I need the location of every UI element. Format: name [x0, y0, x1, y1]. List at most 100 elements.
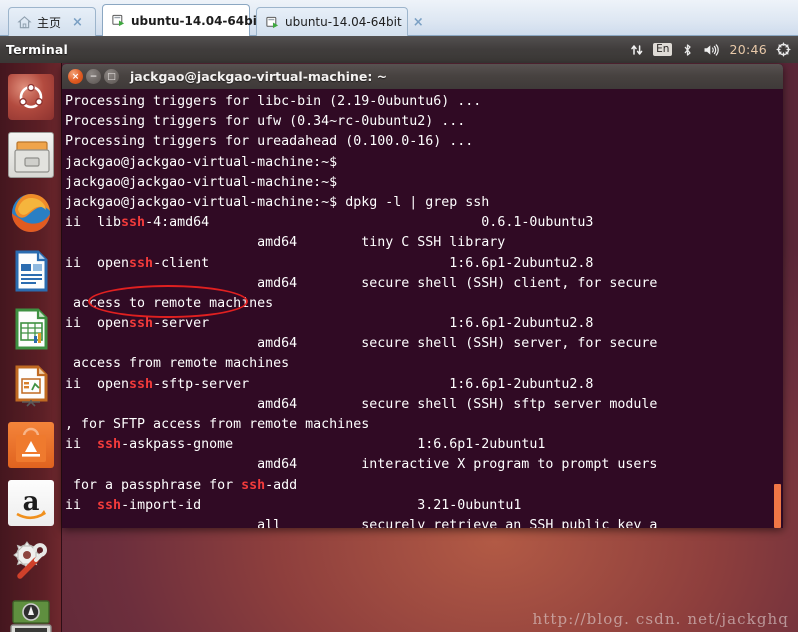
- tab-close-icon[interactable]: ×: [413, 16, 424, 29]
- terminal-line: ii openssh-sftp-server 1:6.6p1-2ubuntu2.…: [65, 375, 783, 395]
- terminal-text: amd64 interactive X program to prompt us…: [65, 457, 658, 473]
- terminal-line: Processing triggers for ufw (0.34~rc-0ub…: [65, 112, 783, 132]
- terminal-text: amd64 secure shell (SSH) client, for sec…: [65, 275, 658, 291]
- impress-presentation-icon: [8, 364, 54, 410]
- maximize-icon[interactable]: □: [104, 69, 119, 84]
- unity-launcher: a: [0, 63, 62, 632]
- vmware-tab-home[interactable]: 主页 ×: [8, 7, 96, 36]
- watermark-text: http://blog. csdn. net/jackghq: [532, 610, 789, 628]
- vmware-tab-ubuntu-active[interactable]: ubuntu-14.04-64bit ×: [102, 4, 284, 36]
- terminal-text: amd64 secure shell (SSH) sftp server mod…: [65, 396, 658, 412]
- vm-icon: [265, 15, 280, 30]
- terminal-text: ii open: [65, 255, 130, 271]
- terminal-text: Processing triggers for ufw (0.34~rc-0ub…: [65, 114, 466, 130]
- terminal-text: access from remote machines: [65, 356, 290, 372]
- network-updown-icon[interactable]: [630, 43, 644, 57]
- panel-indicator-area: En 20:46: [630, 42, 798, 57]
- bluetooth-icon[interactable]: [681, 43, 694, 57]
- terminal-line: Processing triggers for libc-bin (2.19-0…: [65, 92, 783, 112]
- home-icon: [17, 15, 32, 30]
- terminal-text: ii lib: [65, 215, 122, 231]
- launcher-item-libreoffice-writer[interactable]: [4, 244, 58, 298]
- panel-clock[interactable]: 20:46: [729, 42, 767, 57]
- terminal-text: ii open: [65, 376, 130, 392]
- vm-icon: [111, 13, 126, 28]
- terminal-line: amd64 secure shell (SSH) sftp server mod…: [65, 395, 783, 415]
- terminal-text: -askpass-gnome 1:6.6p1-2ubuntu1: [121, 437, 546, 453]
- terminal-text: -import-id 3.21-0ubuntu1: [121, 497, 522, 513]
- terminal-titlebar[interactable]: × − □ jackgao@jackgao-virtual-machine: ~: [62, 64, 783, 89]
- launcher-item-libreoffice-calc[interactable]: [4, 302, 58, 356]
- terminal-text: -4:amd64 0.6.1-0ubuntu3: [145, 215, 594, 231]
- terminal-line: jackgao@jackgao-virtual-machine:~$: [65, 153, 783, 173]
- terminal-line: jackgao@jackgao-virtual-machine:~$ dpkg …: [65, 193, 783, 213]
- minimize-icon[interactable]: −: [86, 69, 101, 84]
- terminal-text: jackgao@jackgao-virtual-machine:~$ dpkg …: [65, 194, 490, 210]
- volume-icon[interactable]: [703, 43, 720, 57]
- terminal-text: all securely retrieve an SSH public key …: [65, 517, 658, 528]
- grep-match-highlight: ssh: [121, 215, 146, 231]
- terminal-text: Processing triggers for ureadahead (0.10…: [65, 134, 474, 150]
- grep-match-highlight: ssh: [129, 255, 154, 271]
- launcher-item-amazon[interactable]: a: [4, 476, 58, 530]
- panel-app-title[interactable]: Terminal: [6, 42, 68, 57]
- terminal-line: amd64 interactive X program to prompt us…: [65, 455, 783, 475]
- terminal-text: ii open: [65, 316, 130, 332]
- terminal-text: -client 1:6.6p1-2ubuntu2.8: [153, 255, 594, 271]
- vmware-tab-label: ubuntu-14.04-64bit: [131, 13, 263, 28]
- terminal-text: amd64 secure shell (SSH) server, for sec…: [65, 336, 658, 352]
- launcher-item-system-settings[interactable]: [4, 534, 58, 588]
- terminal-text: access to remote machines: [65, 295, 274, 311]
- terminal-line: , for SFTP access from remote machines: [65, 415, 783, 435]
- launcher-item-ubuntu-software-center[interactable]: [4, 418, 58, 472]
- launcher-item-ubuntu-dash[interactable]: [4, 70, 58, 124]
- terminal-text: ii: [65, 437, 98, 453]
- svg-text:a: a: [22, 487, 39, 517]
- terminal-text: -sftp-server 1:6.6p1-2ubuntu2.8: [153, 376, 594, 392]
- terminal-line: amd64 secure shell (SSH) client, for sec…: [65, 274, 783, 294]
- amazon-icon: a: [7, 480, 54, 526]
- gear-power-icon[interactable]: [776, 42, 791, 57]
- terminal-scrollbar-thumb[interactable]: [774, 484, 781, 528]
- terminal-text: Processing triggers for libc-bin (2.19-0…: [65, 94, 482, 109]
- launcher-item-workspace-switcher[interactable]: [4, 592, 58, 632]
- grep-match-highlight: ssh: [97, 497, 122, 513]
- terminal-line: ii ssh-askpass-gnome 1:6.6p1-2ubuntu1: [65, 435, 783, 455]
- workspace-switcher-icon: [8, 596, 54, 632]
- tab-close-icon[interactable]: ×: [72, 16, 83, 29]
- terminal-line: Processing triggers for ureadahead (0.10…: [65, 132, 783, 152]
- terminal-text: -server 1:6.6p1-2ubuntu2.8: [153, 316, 594, 332]
- software-bag-icon: [7, 422, 54, 468]
- firefox-icon: [8, 190, 54, 236]
- grep-match-highlight: ssh: [129, 376, 154, 392]
- writer-document-icon: [8, 248, 54, 294]
- terminal-text: ii: [65, 497, 98, 513]
- terminal-line: ii openssh-server 1:6.6p1-2ubuntu2.8: [65, 314, 783, 334]
- calc-spreadsheet-icon: [8, 306, 54, 352]
- vmware-tab-label: 主页: [37, 15, 62, 30]
- ubuntu-logo-icon: [7, 74, 54, 120]
- vmware-tab-ubuntu-2[interactable]: ubuntu-14.04-64bit ×: [256, 7, 424, 36]
- terminal-text: jackgao@jackgao-virtual-machine:~$: [65, 154, 346, 170]
- launcher-item-firefox[interactable]: [4, 186, 58, 240]
- terminal-line: amd64 secure shell (SSH) server, for sec…: [65, 334, 783, 354]
- terminal-line: access to remote machines: [65, 294, 783, 314]
- ubuntu-top-panel: Terminal En 20:46: [0, 36, 798, 63]
- settings-gear-wrench-icon: [8, 538, 54, 584]
- terminal-text: , for SFTP access from remote machines: [65, 417, 370, 432]
- terminal-line: amd64 tiny C SSH library: [65, 233, 783, 253]
- terminal-title: jackgao@jackgao-virtual-machine: ~: [130, 69, 388, 84]
- terminal-line: all securely retrieve an SSH public key …: [65, 516, 783, 528]
- launcher-item-files[interactable]: [4, 128, 58, 182]
- terminal-line: ii libssh-4:amd64 0.6.1-0ubuntu3: [65, 213, 783, 233]
- terminal-text: -add: [265, 477, 298, 493]
- file-manager-icon: [7, 132, 54, 178]
- terminal-line: for a passphrase for ssh-add: [65, 476, 783, 496]
- keyboard-layout-indicator[interactable]: En: [653, 43, 673, 56]
- terminal-scrollbar[interactable]: [773, 89, 782, 528]
- terminal-text: jackgao@jackgao-virtual-machine:~$: [65, 174, 346, 190]
- terminal-output[interactable]: Processing triggers for libc-bin (2.19-0…: [62, 89, 783, 528]
- launcher-item-libreoffice-impress[interactable]: [4, 360, 58, 414]
- close-icon[interactable]: ×: [68, 69, 83, 84]
- terminal-window[interactable]: × − □ jackgao@jackgao-virtual-machine: ~…: [62, 64, 783, 528]
